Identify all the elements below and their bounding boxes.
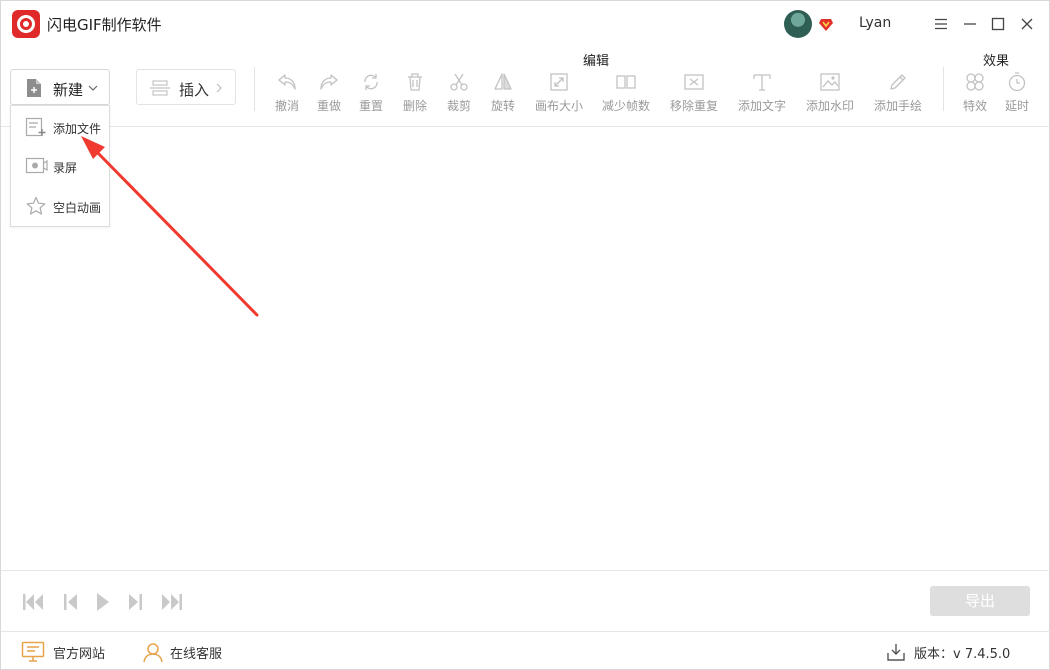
flip-icon — [494, 73, 512, 90]
support-label: 在线客服 — [170, 647, 223, 662]
support-link[interactable]: 在线客服 — [142, 641, 232, 663]
timer-icon — [1008, 72, 1026, 92]
next-frame-icon[interactable] — [123, 590, 147, 614]
toolbar-divider — [943, 67, 944, 111]
remove-duplicate-icon — [684, 74, 704, 90]
add-watermark-button[interactable]: 添加水印 — [800, 71, 860, 119]
chevron-right-icon — [216, 83, 222, 93]
download-update-icon — [887, 644, 905, 661]
first-frame-icon[interactable] — [21, 590, 45, 614]
reduce-frames-button[interactable]: 减少帧数 — [596, 71, 656, 119]
minimize-icon[interactable] — [959, 13, 981, 35]
maximize-icon[interactable] — [987, 13, 1009, 35]
record-screen-icon — [25, 157, 48, 174]
menu-item-label: 添加文件 — [53, 122, 102, 136]
effects-icon — [966, 73, 984, 91]
close-icon[interactable] — [1016, 13, 1038, 35]
menu-item-label: 空白动画 — [53, 201, 102, 215]
group-title-effects: 效果 — [983, 54, 1010, 69]
menu-item-add-file[interactable]: 添加文件 — [11, 108, 109, 146]
reduce-frames-icon — [616, 75, 636, 89]
version-info[interactable]: 版本：v 7.4.5.0 — [886, 641, 1036, 663]
new-button-label: 新建 — [53, 81, 84, 99]
group-title-edit: 编辑 — [583, 54, 610, 69]
rotate-button[interactable]: 旋转 — [473, 71, 533, 119]
text-icon — [753, 74, 771, 91]
add-handwriting-label: 添加手绘 — [873, 99, 922, 113]
menu-item-label: 录屏 — [53, 161, 78, 175]
insert-frames-icon — [150, 80, 170, 96]
trash-icon — [408, 73, 422, 91]
star-icon — [26, 196, 46, 215]
menu-icon[interactable] — [930, 13, 952, 35]
avatar[interactable] — [784, 10, 812, 38]
add-text-button[interactable]: 添加文字 — [732, 71, 792, 119]
undo-icon — [278, 74, 296, 90]
add-text-label: 添加文字 — [737, 99, 786, 113]
redo-icon — [320, 74, 338, 90]
menu-item-blank-animation[interactable]: 空白动画 — [11, 187, 109, 225]
new-dropdown-menu: 添加文件 录屏 空白动画 — [10, 105, 110, 227]
username[interactable]: Lyan — [859, 15, 891, 31]
toolbar-divider — [254, 67, 255, 111]
last-frame-icon[interactable] — [160, 590, 184, 614]
chevron-down-icon — [88, 85, 98, 91]
play-icon[interactable] — [91, 590, 115, 614]
resize-icon — [550, 73, 568, 91]
pen-icon — [890, 74, 906, 90]
status-bar: 官方网站 在线客服 版本：v 7.4.5.0 — [1, 632, 1050, 670]
playback-bar: 导出 — [1, 570, 1050, 632]
canvas-size-label: 画布大小 — [534, 99, 583, 113]
delay-button[interactable]: 延时 — [987, 71, 1047, 119]
website-link[interactable]: 官方网站 — [21, 641, 111, 663]
monitor-icon — [21, 641, 45, 662]
add-file-icon — [25, 117, 46, 137]
title-bar: 闪电GIF制作软件 Lyan — [1, 1, 1050, 47]
version-label: 版本：v 7.4.5.0 — [914, 647, 1011, 662]
watermark-icon — [820, 73, 840, 91]
menu-item-record-screen[interactable]: 录屏 — [11, 147, 109, 185]
add-watermark-label: 添加水印 — [805, 99, 854, 113]
export-button[interactable]: 导出 — [930, 586, 1030, 616]
customer-service-icon — [143, 643, 163, 663]
canvas-size-button[interactable]: 画布大小 — [529, 71, 589, 119]
new-button[interactable]: 新建 — [10, 69, 110, 105]
vip-diamond-icon — [819, 19, 833, 31]
scissors-icon — [450, 73, 468, 91]
insert-button-label: 插入 — [179, 81, 210, 99]
website-label: 官方网站 — [53, 647, 106, 662]
rotate-label: 旋转 — [490, 99, 515, 113]
reset-icon — [364, 74, 378, 90]
remove-duplicates-label: 移除重复 — [669, 99, 718, 113]
app-window: 闪电GIF制作软件 Lyan 新建 插入 编辑 效果 撤消 重做 重置 删除 裁… — [0, 0, 1050, 670]
delay-label: 延时 — [1004, 99, 1029, 113]
previous-frame-icon[interactable] — [59, 590, 83, 614]
remove-duplicates-button[interactable]: 移除重复 — [664, 71, 724, 119]
insert-button[interactable]: 插入 — [136, 69, 236, 105]
add-handwriting-button[interactable]: 添加手绘 — [868, 71, 928, 119]
toolbar: 新建 插入 编辑 效果 撤消 重做 重置 删除 裁剪 旋转 画布大小 减少帧数 … — [1, 47, 1050, 127]
app-logo-icon — [12, 10, 40, 38]
new-file-icon — [27, 79, 41, 97]
reduce-frames-label: 减少帧数 — [601, 99, 650, 113]
app-title: 闪电GIF制作软件 — [47, 16, 162, 34]
